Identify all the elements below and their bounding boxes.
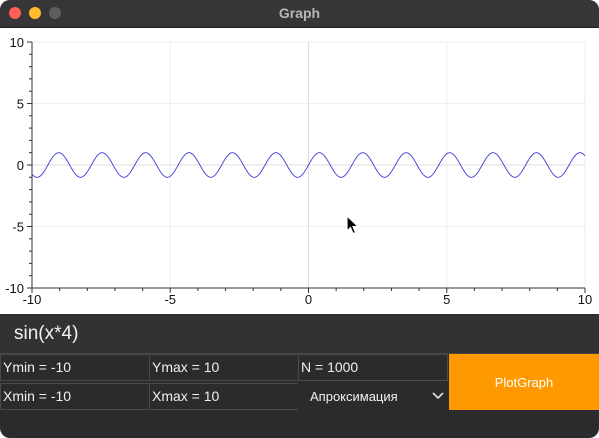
y-tick-label: 5	[17, 97, 24, 112]
mouse-cursor-icon	[346, 215, 360, 235]
expression-text: sin(x*4)	[14, 323, 79, 344]
ymax-field[interactable]: Ymax = 10	[149, 354, 299, 381]
expression-input[interactable]: sin(x*4)	[0, 315, 599, 354]
y-tick-label: -5	[12, 220, 24, 235]
xmin-field[interactable]: Xmin = -10	[0, 383, 150, 410]
x-tick-label: 0	[305, 292, 312, 307]
chevron-down-icon	[432, 392, 444, 400]
y-tick-label: -10	[5, 281, 24, 296]
x-tick-label: -10	[23, 292, 42, 307]
x-tick-label: -5	[164, 292, 176, 307]
x-tick-label: 5	[443, 292, 450, 307]
plot-area[interactable]: -10 -5 0 5 10 10 5 0 -5 -10	[0, 28, 599, 314]
method-select[interactable]: Апроксимация	[298, 383, 448, 410]
function-plot: -10 -5 0 5 10 10 5 0 -5 -10	[5, 35, 592, 307]
title-bar: Graph	[0, 0, 599, 28]
x-tick-label: 10	[578, 292, 592, 307]
y-tick-label: 0	[17, 158, 24, 173]
xmax-field[interactable]: Xmax = 10	[149, 383, 299, 410]
graph-window: Graph -10 -5 0 5 10 10 5 0 -5 -10 sin(x*4) Ymin =…	[0, 0, 599, 438]
plot-graph-label: PlotGraph	[494, 374, 554, 390]
y-tick-label: 10	[10, 35, 24, 50]
n-field[interactable]: N = 1000	[298, 354, 448, 381]
window-title: Graph	[278, 5, 321, 21]
plot-graph-button[interactable]: PlotGraph	[449, 354, 599, 410]
ymin-field[interactable]: Ymin = -10	[0, 354, 150, 381]
method-select-value: Апроксимация	[310, 389, 398, 404]
